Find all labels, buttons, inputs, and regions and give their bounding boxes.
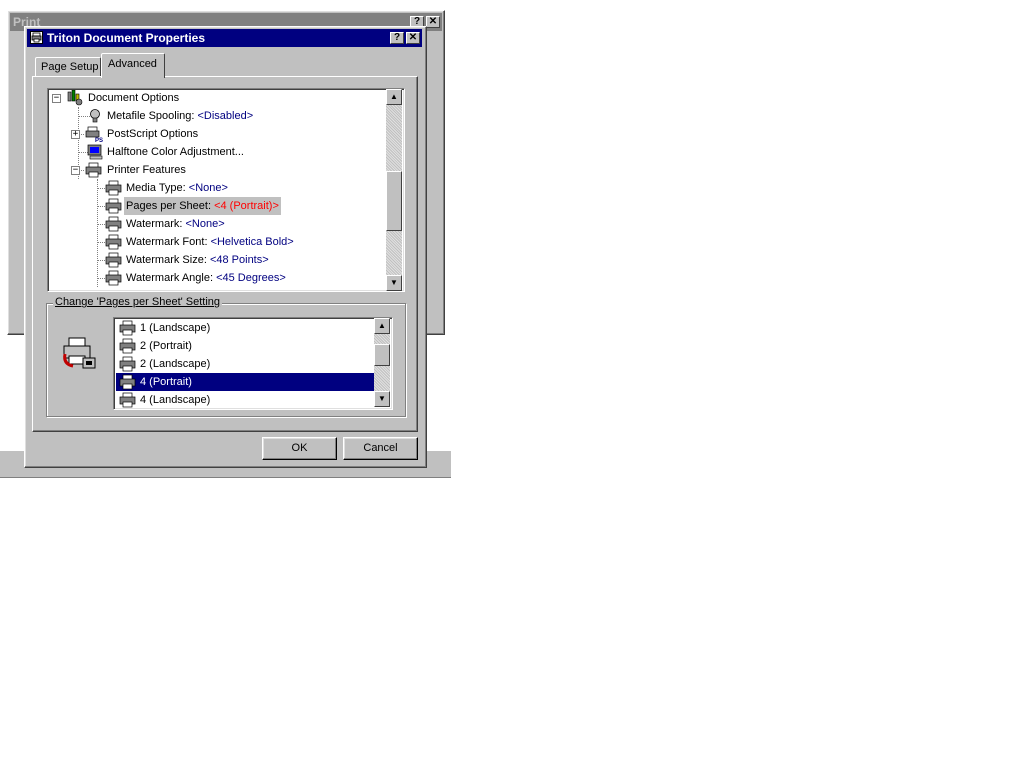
document-options-icon	[66, 89, 83, 106]
ok-button[interactable]: OK	[262, 437, 337, 460]
printer-feature-icon	[105, 234, 122, 250]
printer-features-icon	[85, 162, 102, 178]
tree-item-label: Watermark Size:	[126, 254, 210, 266]
tree-item-label: Media Type:	[126, 182, 189, 194]
list-option-label: 4 (Portrait)	[140, 376, 192, 388]
postscript-icon: PS	[85, 126, 103, 144]
tree-item-value: <None>	[185, 218, 225, 230]
tree-item-pages-per-sheet[interactable]: Pages per Sheet: <4 (Portrait)>	[48, 197, 378, 215]
tree-scroll-down-button[interactable]: ▼	[386, 275, 402, 291]
printer-feature-icon	[105, 270, 122, 286]
tree-item-value: <None>	[188, 182, 228, 194]
dialog-title: Triton Document Properties	[47, 31, 206, 45]
tree-item-value: <45 Degrees>	[216, 272, 286, 284]
expand-icon[interactable]: +	[71, 130, 80, 139]
cancel-button[interactable]: Cancel	[343, 437, 418, 460]
tree-item-label: Printer Features	[107, 164, 186, 176]
tree-item-text: Watermark: <None>	[126, 215, 225, 233]
tree-item-label: Pages per Sheet:	[126, 200, 215, 212]
tree-item-text: Watermark Font: <Helvetica Bold>	[126, 233, 294, 251]
tree-item-text: Media Type: <None>	[126, 179, 228, 197]
printer-feature-icon	[105, 198, 122, 214]
tree-item-label: Halftone Color Adjustment...	[107, 146, 244, 158]
tree-item-postscript-options[interactable]: + PS PostScript Options	[48, 125, 378, 144]
monitor-icon	[87, 144, 103, 160]
tree-item-watermark[interactable]: Watermark: <None>	[48, 215, 378, 233]
tree-item-label: Document Options	[88, 92, 180, 104]
advanced-tab-panel: − Document Options Metafile Spooling: <D…	[32, 76, 418, 432]
tree-item-label: Watermark Angle:	[126, 272, 217, 284]
list-option-4-landscape[interactable]: 4 (Landscape)	[116, 391, 374, 409]
tab-page-setup-label: Page Setup	[41, 61, 99, 73]
printer-feature-icon	[105, 252, 122, 268]
tab-page-setup[interactable]: Page Setup	[35, 57, 101, 77]
tree-item-watermark-font[interactable]: Watermark Font: <Helvetica Bold>	[48, 233, 378, 251]
collapse-icon[interactable]: −	[71, 166, 80, 175]
printer-icon	[30, 31, 43, 44]
list-option-2-landscape[interactable]: 2 (Landscape)	[116, 355, 374, 373]
tree-item-value: <48 Points>	[209, 254, 269, 266]
tree-item-text: Watermark Size: <48 Points>	[126, 251, 269, 269]
tab-advanced-label: Advanced	[108, 58, 157, 70]
tree-item-label: Watermark Font:	[126, 236, 211, 248]
printer-feature-icon	[105, 216, 122, 232]
list-option-label: 4 (Landscape)	[140, 394, 211, 406]
tree-item-label: Watermark:	[126, 218, 186, 230]
setting-groupbox: Change 'Pages per Sheet' Setting 1 (Land…	[46, 296, 406, 417]
tree-item-label: PostScript Options	[107, 128, 199, 140]
options-tree[interactable]: − Document Options Metafile Spooling: <D…	[47, 88, 405, 292]
printer-feature-icon	[105, 180, 122, 196]
print-close-button[interactable]: ✕	[426, 16, 440, 28]
tree-item-value: <Disabled>	[197, 110, 254, 122]
tree-item-value: <4 (Portrait)>	[214, 200, 279, 212]
tree-item-watermark-size[interactable]: Watermark Size: <48 Points>	[48, 251, 378, 269]
tree-item-text: Metafile Spooling: <Disabled>	[107, 107, 253, 125]
tree-item-text-highlighted: Pages per Sheet: <4 (Portrait)>	[124, 197, 281, 215]
list-scroll-down-button[interactable]: ▼	[374, 391, 390, 407]
printer-option-icon	[119, 374, 136, 390]
list-option-label: 2 (Portrait)	[140, 340, 192, 352]
tree-item-watermark-angle[interactable]: Watermark Angle: <45 Degrees>	[48, 269, 378, 287]
list-option-1-landscape[interactable]: 1 (Landscape)	[116, 319, 374, 337]
dialog-help-button[interactable]: ?	[390, 32, 404, 44]
list-option-label: 1 (Landscape)	[140, 322, 211, 334]
document-properties-dialog: Triton Document Properties ? ✕ Page Setu…	[24, 26, 427, 468]
printer-option-icon	[119, 320, 136, 336]
tree-scroll-up-button[interactable]: ▲	[386, 89, 402, 105]
printer-option-icon	[119, 338, 136, 354]
tree-item-text: Watermark Angle: <45 Degrees>	[126, 269, 286, 287]
pages-per-sheet-listbox[interactable]: 1 (Landscape) 2 (Portrait) 2 (Landscape)	[113, 317, 393, 410]
printer-option-icon	[119, 392, 136, 408]
setting-groupbox-label: Change 'Pages per Sheet' Setting	[53, 296, 223, 308]
setting-group-label-text: Change 'Pages per Sheet' Setting	[55, 296, 221, 308]
tree-item-label: Metafile Spooling:	[107, 110, 198, 122]
dialog-close-button[interactable]: ✕	[406, 32, 420, 44]
list-scroll-thumb[interactable]	[374, 344, 390, 366]
tab-advanced[interactable]: Advanced	[101, 53, 165, 78]
lightbulb-icon	[88, 108, 104, 124]
tree-scroll-thumb[interactable]	[386, 171, 402, 231]
dialog-titlebar: Triton Document Properties ? ✕	[27, 29, 422, 47]
collapse-icon[interactable]: −	[52, 94, 61, 103]
tree-item-media-type[interactable]: Media Type: <None>	[48, 179, 378, 197]
printer-option-icon	[119, 356, 136, 372]
tree-item-value: <Helvetica Bold>	[210, 236, 294, 248]
list-option-4-portrait-selected[interactable]: 4 (Portrait)	[116, 373, 374, 391]
list-option-label: 2 (Landscape)	[140, 358, 211, 370]
list-option-2-portrait[interactable]: 2 (Portrait)	[116, 337, 374, 355]
tree-item-metafile-spooling[interactable]: Metafile Spooling: <Disabled>	[48, 107, 378, 125]
printer-setting-icon	[61, 336, 97, 370]
tree-item-printer-features[interactable]: − Printer Features	[48, 161, 378, 179]
tree-item-document-options[interactable]: − Document Options	[48, 89, 378, 107]
list-scroll-up-button[interactable]: ▲	[374, 318, 390, 334]
tree-item-halftone[interactable]: Halftone Color Adjustment...	[48, 143, 378, 161]
